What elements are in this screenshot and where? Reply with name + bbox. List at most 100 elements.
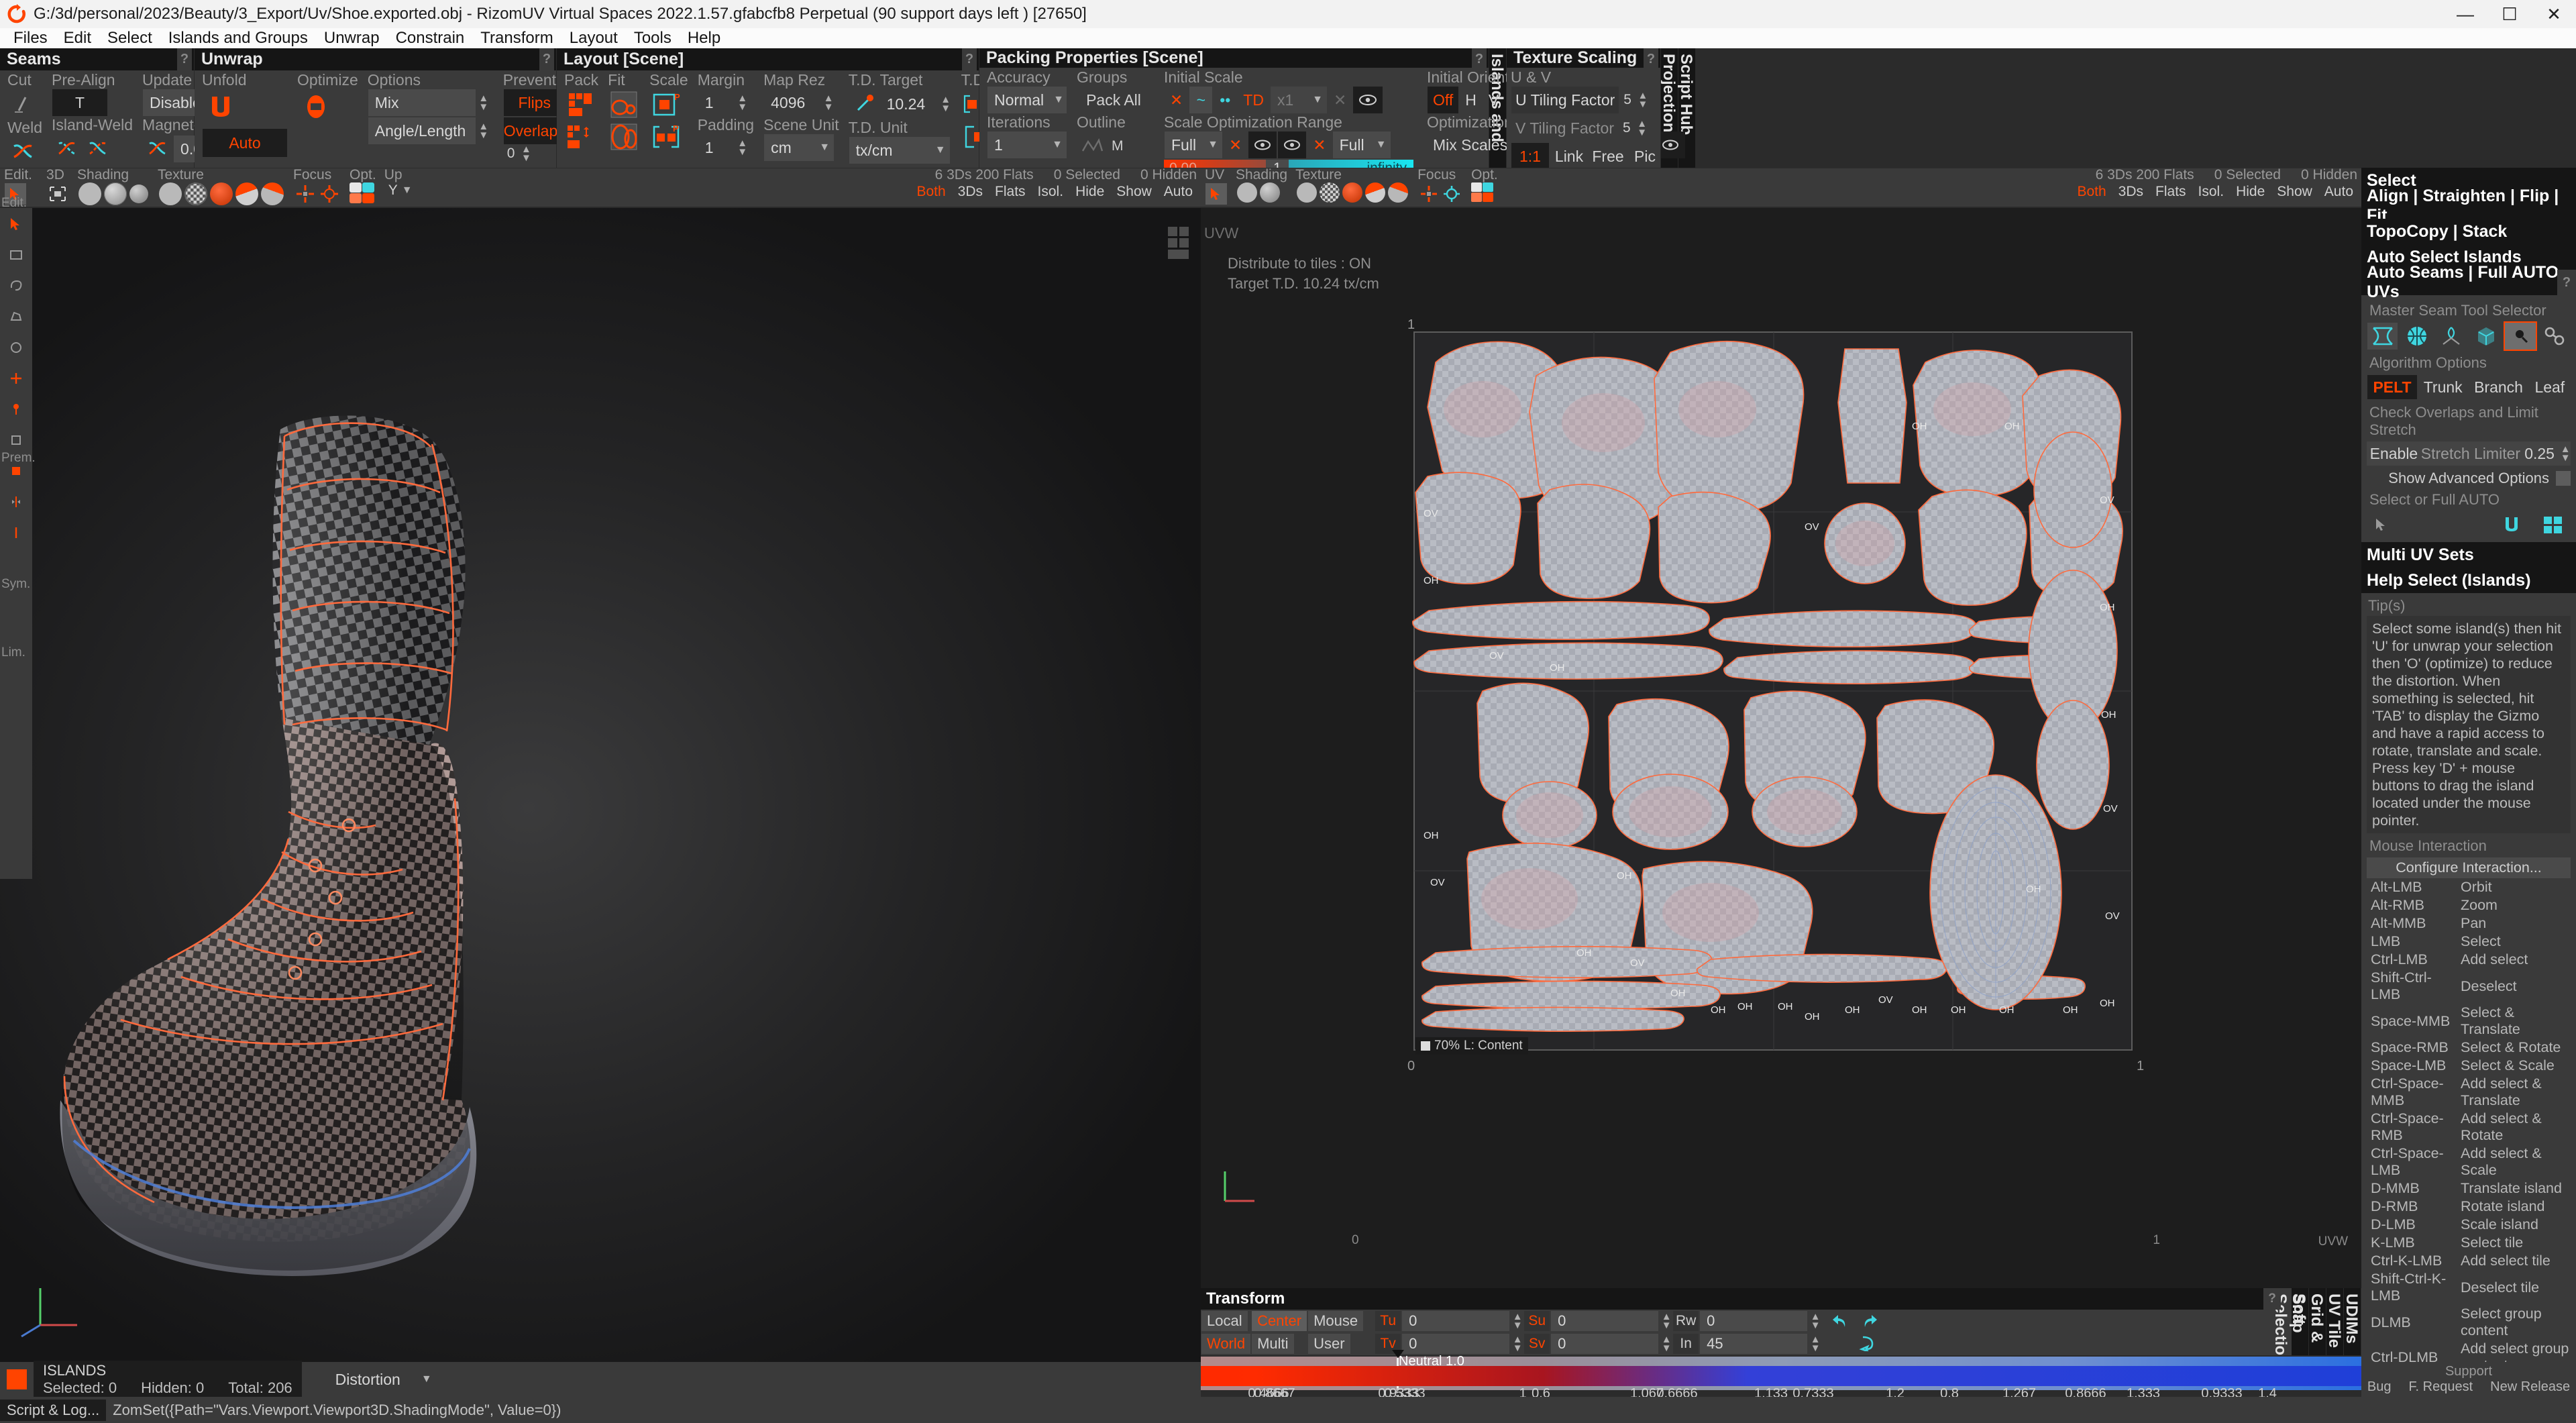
scale-split-icon[interactable]: P — [650, 121, 684, 152]
menu-islands-and-groups[interactable]: Islands and Groups — [160, 28, 316, 48]
rail-grow-icon[interactable] — [3, 367, 30, 390]
vb3d-3ds-button[interactable]: 3Ds — [954, 184, 987, 200]
vtab-udims[interactable]: UDIMs — [2344, 1288, 2361, 1355]
map-rez-stepper[interactable]: ▲▼ — [822, 94, 835, 111]
auto-grid-icon[interactable] — [2536, 512, 2570, 537]
initial-scale-dots-button[interactable]: •• — [1214, 87, 1236, 113]
tv-stepper[interactable]: ▲▼ — [1511, 1335, 1523, 1353]
vb3d-show-button[interactable]: Show — [1112, 184, 1156, 200]
auto-seams-help-icon[interactable]: ? — [2557, 270, 2576, 295]
uv-texture-none-icon[interactable] — [1297, 182, 1317, 203]
orientation-v-button[interactable]: V — [1483, 87, 1504, 113]
focus-selection-icon[interactable] — [294, 183, 317, 205]
sidebar-section-topocopy[interactable]: TopoCopy | Stack — [2361, 219, 2576, 244]
su-stepper[interactable]: ▲▼ — [1660, 1312, 1672, 1330]
packing-help-icon[interactable]: ? — [1472, 48, 1487, 70]
corner-tool-b[interactable] — [1179, 227, 1189, 236]
support-frequest-link[interactable]: F. Request — [2409, 1379, 2473, 1395]
texture-checker-icon[interactable] — [184, 182, 207, 205]
rail-poly-icon[interactable] — [3, 305, 30, 328]
magnet-weld-icon[interactable] — [143, 134, 172, 164]
stretch-limiter-value[interactable]: 0.25 — [2521, 442, 2558, 465]
distortion-mode-dropdown[interactable]: Distortion ▼ — [329, 1366, 436, 1393]
menu-files[interactable]: Files — [5, 28, 56, 48]
viewport-3d[interactable] — [0, 208, 1201, 1362]
focus-all-icon[interactable] — [318, 183, 341, 205]
rail-mirror-icon[interactable] — [3, 490, 30, 513]
pelt-button[interactable]: PELT — [2367, 375, 2417, 399]
corner-tool-c[interactable] — [1168, 238, 1177, 248]
texture-dots-icon[interactable] — [210, 182, 233, 205]
optimize-icon[interactable] — [298, 89, 334, 124]
rail-square-icon[interactable] — [3, 429, 30, 452]
rail-sym-icon[interactable] — [3, 521, 30, 544]
show-advanced-checkbox[interactable] — [2556, 471, 2571, 486]
opt-orange-icon[interactable] — [350, 193, 362, 203]
vb2d-hide-button[interactable]: Hide — [2232, 184, 2269, 200]
sidebar-section-multi-uv-sets[interactable]: Multi UV Sets — [2361, 542, 2576, 568]
rail-pin-icon[interactable] — [3, 398, 30, 421]
menu-layout[interactable]: Layout — [561, 28, 626, 48]
rail-select-icon[interactable] — [3, 213, 30, 235]
configure-interaction-button[interactable]: Configure Interaction... — [2367, 857, 2571, 878]
angle-length-field[interactable]: Angle/Length — [368, 117, 476, 144]
reset-icon[interactable] — [1856, 1333, 1879, 1353]
sidebar-section-auto-seams[interactable]: Auto Seams | Full AUTO UVs ? — [2361, 270, 2576, 295]
seam-tool-magnify-icon[interactable] — [2505, 323, 2535, 350]
texture-none-icon[interactable] — [159, 182, 182, 205]
mix-stepper[interactable]: ▲▼ — [478, 94, 490, 111]
menu-tools[interactable]: Tools — [626, 28, 680, 48]
uv-texture-image2-icon[interactable] — [1388, 182, 1408, 203]
initial-scale-eye-icon[interactable] — [1353, 87, 1383, 113]
sidebar-section-help-select[interactable]: Help Select (Islands) — [2361, 568, 2576, 593]
rw-stepper[interactable]: ▲▼ — [1809, 1312, 1821, 1330]
margin-value[interactable]: 1 — [698, 89, 735, 116]
vb2d-isol-button[interactable]: Isol. — [2194, 184, 2229, 200]
seam-tool-box-icon[interactable] — [2471, 323, 2501, 350]
leaf-button[interactable]: Leaf — [2530, 375, 2570, 399]
stretch-limiter-stepper[interactable]: ▲▼ — [2560, 445, 2571, 462]
minimize-button[interactable]: — — [2443, 0, 2487, 28]
map-rez-value[interactable]: 4096 — [764, 89, 820, 116]
menu-constrain[interactable]: Constrain — [388, 28, 473, 48]
pack-all-button[interactable]: Pack All — [1077, 87, 1150, 113]
mode-1to1-button[interactable]: 1:1 — [1511, 143, 1549, 170]
uv-opt-b-icon[interactable] — [1483, 182, 1493, 192]
mix-field[interactable]: Mix — [368, 89, 476, 116]
pack-move-icon[interactable] — [565, 121, 596, 152]
vb3d-hide-button[interactable]: Hide — [1071, 184, 1108, 200]
uv-shading-sphere-icon[interactable] — [1260, 182, 1280, 203]
fit-stretch-icon[interactable] — [608, 121, 639, 152]
initial-scale-tilde-button[interactable]: ~ — [1189, 87, 1212, 113]
vb3d-both-button[interactable]: Both — [912, 184, 949, 200]
island-weld-icon-b[interactable] — [83, 134, 113, 164]
seam-tool-link-icon[interactable] — [2540, 323, 2570, 350]
opt-light-icon[interactable] — [350, 182, 362, 193]
island-weld-icon-a[interactable] — [52, 134, 82, 164]
tu-value[interactable]: 0 — [1402, 1311, 1509, 1331]
shading-wire-sphere-icon[interactable] — [104, 182, 127, 205]
uv-opt-grid[interactable] — [1471, 182, 1493, 202]
vb3d-auto-button[interactable]: Auto — [1160, 184, 1197, 200]
center-button[interactable]: Center — [1252, 1311, 1307, 1331]
initial-scale-clear-button[interactable]: ✕ — [1328, 87, 1352, 113]
td-unit-dropdown[interactable]: tx/cm ▼ — [849, 137, 950, 164]
scene-unit-dropdown[interactable]: cm ▼ — [764, 134, 834, 161]
uv-opt-d-icon[interactable] — [1483, 193, 1493, 202]
neutral-marker-icon[interactable] — [1392, 1350, 1404, 1358]
multi-button[interactable]: Multi — [1252, 1334, 1293, 1354]
unfold-icon[interactable] — [203, 89, 239, 124]
layout-help-icon[interactable]: ? — [962, 48, 977, 70]
fit-icon[interactable] — [608, 89, 639, 120]
uv-shading-flat-icon[interactable] — [1237, 182, 1257, 203]
axis-gizmo-uv[interactable] — [1210, 1154, 1271, 1214]
prealign-button[interactable]: T — [52, 89, 107, 116]
rail-lasso-icon[interactable] — [3, 274, 30, 297]
vb2d-show-button[interactable]: Show — [2273, 184, 2316, 200]
tu-stepper[interactable]: ▲▼ — [1511, 1312, 1523, 1330]
overlaps-button[interactable]: Overlaps — [504, 117, 566, 144]
td-target-value[interactable]: 10.24 — [880, 91, 938, 117]
shading-flat-icon[interactable] — [78, 182, 101, 205]
uv-focus-all-icon[interactable] — [1441, 183, 1462, 205]
td-target-stepper[interactable]: ▲▼ — [940, 95, 952, 113]
